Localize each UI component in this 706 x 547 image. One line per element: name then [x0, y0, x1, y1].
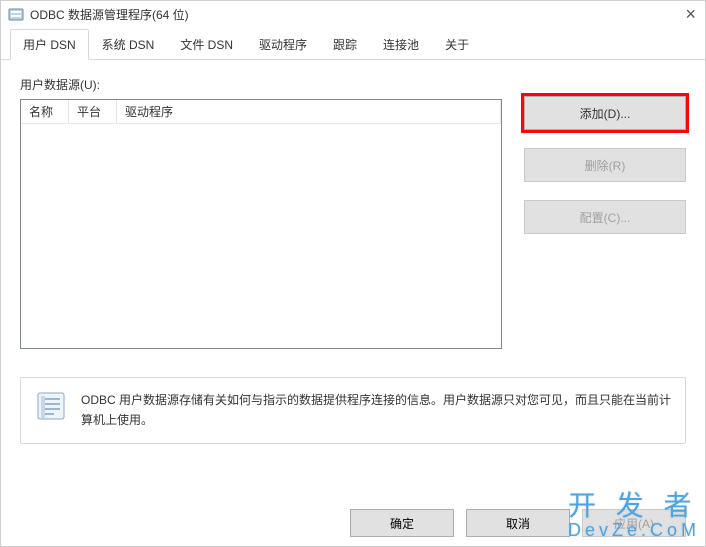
tab-user-dsn[interactable]: 用户 DSN: [10, 29, 89, 60]
info-sheet-icon: [35, 390, 67, 422]
remove-button: 删除(R): [524, 148, 686, 182]
data-source-list[interactable]: 名称 平台 驱动程序: [20, 99, 502, 349]
ok-button[interactable]: 确定: [350, 509, 454, 537]
tab-about[interactable]: 关于: [432, 29, 482, 59]
side-buttons: 添加(D)... 删除(R) 配置(C)...: [524, 96, 686, 234]
info-panel: ODBC 用户数据源存储有关如何与指示的数据提供程序连接的信息。用户数据源只对您…: [20, 377, 686, 444]
tab-file-dsn[interactable]: 文件 DSN: [167, 29, 246, 59]
tab-connection-pooling[interactable]: 连接池: [370, 29, 432, 59]
user-datasource-label: 用户数据源(U):: [20, 76, 686, 93]
odbc-app-icon: [8, 7, 24, 23]
col-driver[interactable]: 驱动程序: [117, 100, 501, 123]
titlebar: ODBC 数据源管理程序(64 位) ˇ ×: [0, 0, 706, 30]
dialog-footer: 确定 取消 应用(A): [0, 509, 706, 537]
tab-content: 用户数据源(U): 名称 平台 驱动程序 添加(D)... 删除(R) 配置(C…: [0, 60, 706, 454]
info-text: ODBC 用户数据源存储有关如何与指示的数据提供程序连接的信息。用户数据源只对您…: [81, 390, 671, 431]
apply-button: 应用(A): [582, 509, 686, 537]
list-header: 名称 平台 驱动程序: [21, 100, 501, 124]
cancel-button[interactable]: 取消: [466, 509, 570, 537]
tab-tracing[interactable]: 跟踪: [320, 29, 370, 59]
tabs: 用户 DSN 系统 DSN 文件 DSN 驱动程序 跟踪 连接池 关于: [0, 30, 706, 60]
window-title: ODBC 数据源管理程序(64 位): [30, 6, 189, 23]
configure-button: 配置(C)...: [524, 200, 686, 234]
add-button[interactable]: 添加(D)...: [524, 96, 686, 130]
close-icon[interactable]: ×: [685, 4, 696, 25]
tab-system-dsn[interactable]: 系统 DSN: [89, 29, 168, 59]
tab-drivers[interactable]: 驱动程序: [246, 29, 320, 59]
col-name[interactable]: 名称: [21, 100, 69, 123]
col-platform[interactable]: 平台: [69, 100, 117, 123]
